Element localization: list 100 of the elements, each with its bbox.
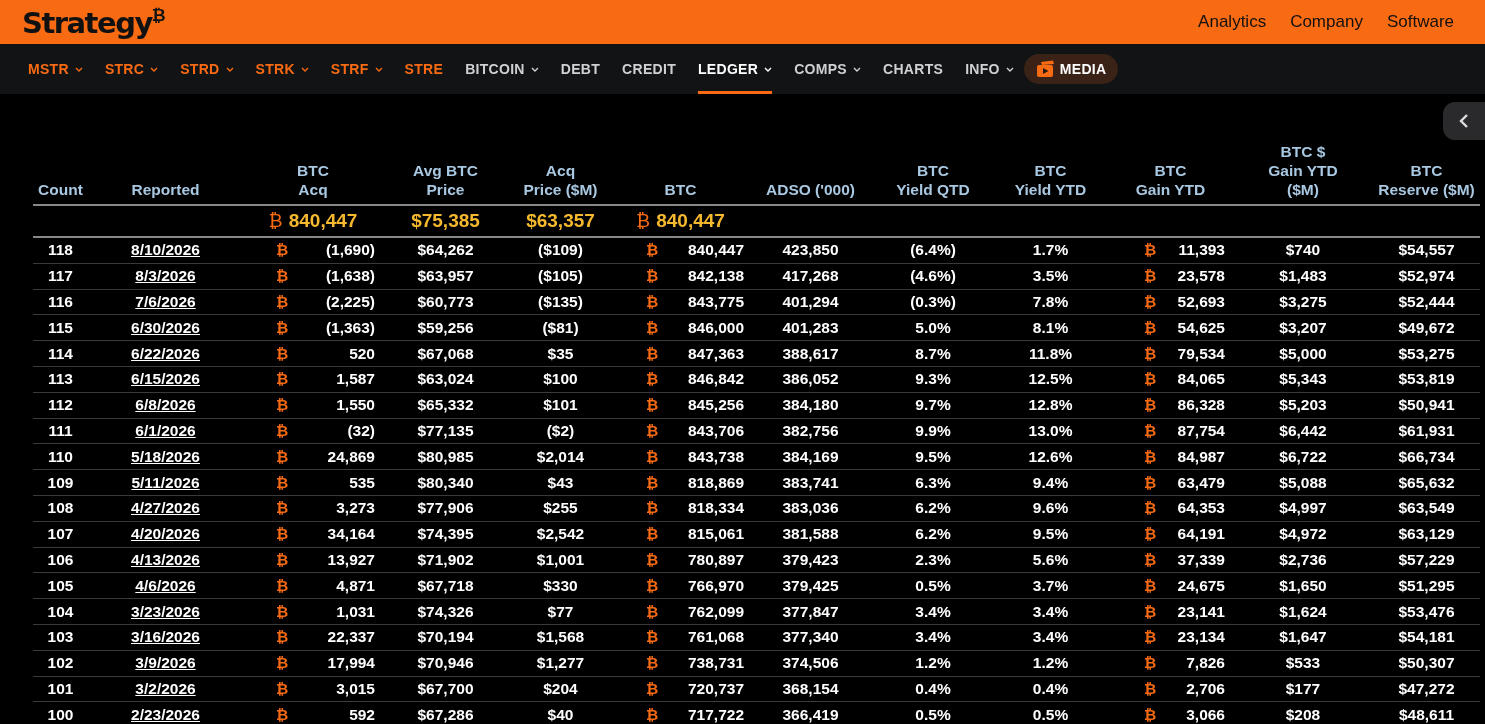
nav-tab[interactable]: CHARTS [883, 44, 944, 94]
date-link[interactable]: 4/27/2026 [131, 499, 200, 517]
bitcoin-symbol: ₿ [1144, 447, 1157, 466]
date-link[interactable]: 4/13/2026 [131, 550, 200, 568]
column-header: BTC Gain YTD [1135, 161, 1206, 199]
table-cell: $51,295 [1398, 576, 1455, 594]
table-cell: 24,869 [327, 447, 375, 466]
date-link[interactable]: 7/6/2026 [135, 293, 196, 310]
table-cell: 52,693 [1177, 293, 1225, 311]
date-link[interactable]: 4/20/2026 [131, 525, 200, 543]
nav-tab[interactable]: BITCOIN [465, 44, 539, 94]
nav-tab[interactable]: CREDIT [622, 44, 676, 94]
table-cell: $3,275 [1279, 293, 1327, 310]
table-cell: 23,578 [1177, 267, 1225, 286]
top-nav-link[interactable]: Software [1386, 12, 1454, 32]
date-link[interactable]: 6/1/2026 [135, 421, 196, 439]
table-cell: 6.3% [915, 473, 951, 491]
date-link[interactable]: 6/30/2026 [131, 318, 200, 336]
nav-tab[interactable]: LEDGER [698, 44, 773, 94]
nav-tab[interactable]: INFO [965, 44, 1014, 94]
table-cell: $1,650 [1279, 576, 1327, 594]
table-cell: 3,015 [336, 679, 375, 698]
table-cell: $70,946 [417, 654, 474, 672]
table-cell: $1,647 [1279, 628, 1327, 646]
nav-tab[interactable]: STRF [330, 44, 383, 94]
table-cell: 34,164 [327, 525, 375, 544]
table-cell: 111 [48, 421, 73, 439]
date-link[interactable]: 8/3/2026 [135, 267, 196, 285]
top-nav-link[interactable]: Company [1290, 12, 1363, 32]
bitcoin-symbol: ₿ [276, 550, 289, 569]
nav-tab[interactable]: DEBT [560, 44, 601, 94]
date-link[interactable]: 6/22/2026 [131, 344, 200, 362]
bitcoin-symbol: ₿ [646, 602, 659, 621]
nav-tab[interactable]: STRD [180, 44, 234, 94]
table-cell: 535 [349, 473, 375, 492]
bitcoin-symbol: ₿ [276, 602, 289, 621]
table-cell: $5,343 [1279, 370, 1327, 388]
table-cell: 106 [47, 550, 74, 568]
date-link[interactable]: 6/15/2026 [131, 370, 200, 388]
table-cell: $67,068 [417, 344, 474, 362]
collapse-button[interactable] [1443, 102, 1485, 140]
date-link[interactable]: 5/11/2026 [131, 473, 200, 491]
table-cell: 818,869 [687, 473, 744, 492]
column-header: ADSO ('000) [766, 180, 855, 199]
date-link[interactable]: 3/23/2026 [131, 602, 200, 620]
table-cell: ($81) [542, 318, 579, 336]
table-cell: 847,363 [687, 344, 744, 363]
table-cell: ($2) [546, 421, 575, 439]
table-cell: 5.0% [915, 318, 951, 336]
table-cell: 118 [48, 241, 73, 259]
table-cell: 383,036 [782, 499, 839, 517]
date-link[interactable]: 3/9/2026 [135, 654, 196, 672]
table-cell: $6,442 [1279, 421, 1327, 439]
table-cell: ($109) [538, 241, 583, 259]
table-cell: 12.5% [1028, 370, 1073, 388]
table-cell: $67,286 [417, 705, 474, 723]
date-link[interactable]: 3/2/2026 [135, 679, 196, 697]
bitcoin-symbol: ₿ [646, 396, 659, 415]
video-play-icon [1035, 60, 1056, 78]
table-cell: 63,479 [1177, 473, 1225, 492]
bitcoin-symbol: ₿ [1144, 241, 1157, 260]
table-cell: 64,353 [1177, 499, 1225, 518]
table-cell: $35 [547, 344, 574, 362]
date-link[interactable]: 3/16/2026 [131, 628, 200, 646]
nav-tab[interactable]: COMPS [794, 44, 861, 94]
table-cell: $4,997 [1279, 499, 1327, 517]
bitcoin-symbol: ₿ [276, 241, 289, 260]
table-cell: 377,340 [782, 628, 839, 646]
bitcoin-symbol: ₿ [1144, 370, 1157, 389]
nav-tab[interactable]: STRK [255, 44, 309, 94]
media-button[interactable]: MEDIA [1023, 54, 1119, 84]
date-link[interactable]: 8/10/2026 [131, 241, 200, 259]
table-cell: $65,332 [417, 396, 474, 414]
table-cell: 3.4% [915, 628, 951, 646]
table-cell: $63,549 [1398, 499, 1455, 517]
table-cell: 846,000 [687, 318, 744, 337]
table-cell: $80,985 [417, 447, 474, 465]
date-link[interactable]: 2/23/2026 [131, 705, 200, 723]
table-cell: 381,588 [782, 525, 839, 543]
table-cell: (2,225) [325, 293, 375, 311]
table-cell: $177 [1285, 679, 1321, 697]
date-link[interactable]: 6/8/2026 [135, 396, 196, 414]
date-link[interactable]: 4/6/2026 [135, 576, 196, 594]
strategy-logo[interactable]: Strategy$^{₿}$ [22, 6, 165, 38]
table-cell: 382,756 [782, 421, 839, 439]
nav-tab[interactable]: STRC [104, 44, 159, 94]
date-link[interactable]: 5/18/2026 [131, 447, 200, 465]
table-cell: 379,425 [782, 576, 839, 594]
table-cell: $80,340 [417, 473, 474, 491]
nav-tab[interactable]: MSTR [28, 44, 83, 94]
table-cell: $61,931 [1398, 421, 1455, 439]
table-cell: 846,842 [687, 370, 744, 389]
table-cell: 23,134 [1177, 628, 1225, 647]
table-cell: 108 [47, 499, 74, 517]
top-nav-link[interactable]: Analytics [1198, 12, 1267, 32]
bitcoin-symbol: ₿ [646, 525, 659, 544]
table-cell: 1.2% [915, 654, 951, 672]
nav-tab[interactable]: STRE [404, 44, 444, 94]
bitcoin-symbol: ₿ [276, 705, 289, 724]
bitcoin-symbol: ₿ [276, 654, 289, 673]
